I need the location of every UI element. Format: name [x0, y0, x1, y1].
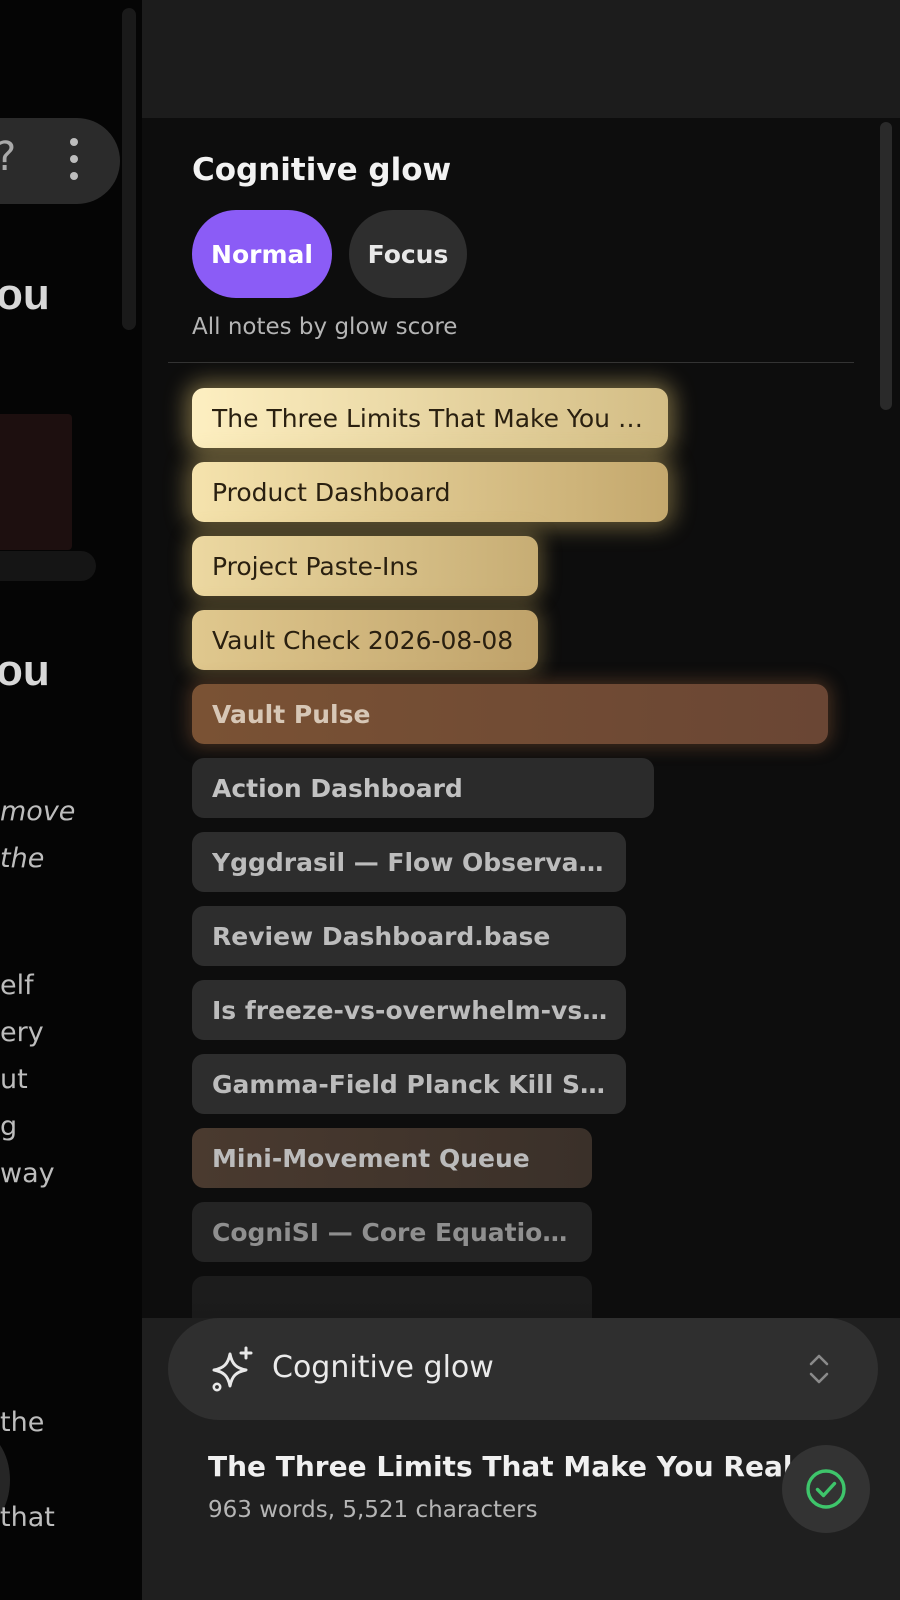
note-label: Yggdrasil — Flow Observatory — [212, 847, 626, 877]
note-label: Review Dashboard.base — [212, 921, 551, 951]
note-label: Product Dashboard — [212, 477, 451, 507]
editor-text-line: move — [0, 796, 76, 827]
editor-inline-bar — [0, 551, 96, 581]
panel-title: Cognitive glow — [192, 152, 452, 188]
mode-normal-button[interactable]: Normal — [192, 210, 332, 298]
note-label: The Three Limits That Make You R... — [212, 403, 659, 433]
note-item[interactable]: The Three Limits That Make You R... — [192, 388, 668, 448]
view-selector-label: Cognitive glow — [272, 1350, 494, 1385]
note-item[interactable]: Is freeze-vs-overwhelm-vs-stu... — [192, 980, 626, 1040]
note-label: Mini-Movement Queue — [212, 1143, 530, 1173]
sync-status-button[interactable] — [782, 1445, 870, 1533]
note-item[interactable]: CogniSI — Core Equations ... — [192, 1202, 592, 1262]
note-item[interactable]: Vault Check 2026-08-08 — [192, 610, 538, 670]
editor-text-line: g — [0, 1111, 18, 1142]
panel-header-area — [142, 0, 900, 118]
note-item[interactable]: Yggdrasil — Flow Observatory — [192, 832, 626, 892]
divider — [168, 362, 854, 363]
active-note-title: The Three Limits That Make You Real — [208, 1450, 793, 1483]
note-label: Action Dashboard — [212, 773, 463, 803]
word-count: 963 words, 5,521 characters — [208, 1497, 538, 1523]
note-item[interactable]: Product Dashboard — [192, 462, 668, 522]
editor-text-line: that — [0, 1502, 55, 1533]
note-item[interactable]: Mini-Movement Queue — [192, 1128, 592, 1188]
editor-callout-block — [0, 414, 72, 550]
note-item[interactable]: Project Paste-Ins — [192, 536, 538, 596]
note-item[interactable]: Vault Pulse — [192, 684, 828, 744]
note-label: Gamma-Field Planck Kill Shot ... — [212, 1069, 626, 1099]
editor-text-line: elf — [0, 970, 34, 1001]
editor-heading: ou — [0, 270, 50, 319]
editor-toolbar-pill: ? — [0, 118, 120, 204]
editor-text-line: the — [0, 1407, 45, 1438]
editor-text-line: ery — [0, 1017, 44, 1048]
mode-focus-button[interactable]: Focus — [349, 210, 467, 298]
sparkle-icon — [212, 1346, 253, 1392]
help-icon[interactable]: ? — [0, 134, 16, 180]
check-circle-icon — [806, 1469, 846, 1509]
editor-scrollbar[interactable] — [122, 8, 136, 330]
note-label: Is freeze-vs-overwhelm-vs-stu... — [212, 995, 626, 1025]
note-label: Vault Check 2026-08-08 — [212, 625, 514, 655]
note-label: CogniSI — Core Equations ... — [212, 1217, 592, 1247]
note-item[interactable]: Review Dashboard.base — [192, 906, 626, 966]
note-item[interactable]: Action Dashboard — [192, 758, 654, 818]
panel-scrollbar[interactable] — [880, 122, 892, 410]
panel-subtitle: All notes by glow score — [192, 314, 458, 340]
editor-heading: ou — [0, 646, 50, 695]
editor-text-line: the — [0, 843, 45, 874]
view-selector[interactable]: Cognitive glow — [168, 1318, 878, 1420]
editor-text-line: way — [0, 1158, 55, 1189]
background-editor: ? ou ou move the elf ery ut g way the th… — [0, 0, 142, 1600]
note-label: Project Paste-Ins — [212, 551, 419, 581]
editor-text-line: ut — [0, 1064, 28, 1095]
note-label: Vault Pulse — [212, 699, 371, 729]
more-options-icon[interactable] — [70, 138, 78, 189]
note-item[interactable]: Gamma-Field Planck Kill Shot ... — [192, 1054, 626, 1114]
chevron-up-down-icon — [809, 1354, 829, 1384]
